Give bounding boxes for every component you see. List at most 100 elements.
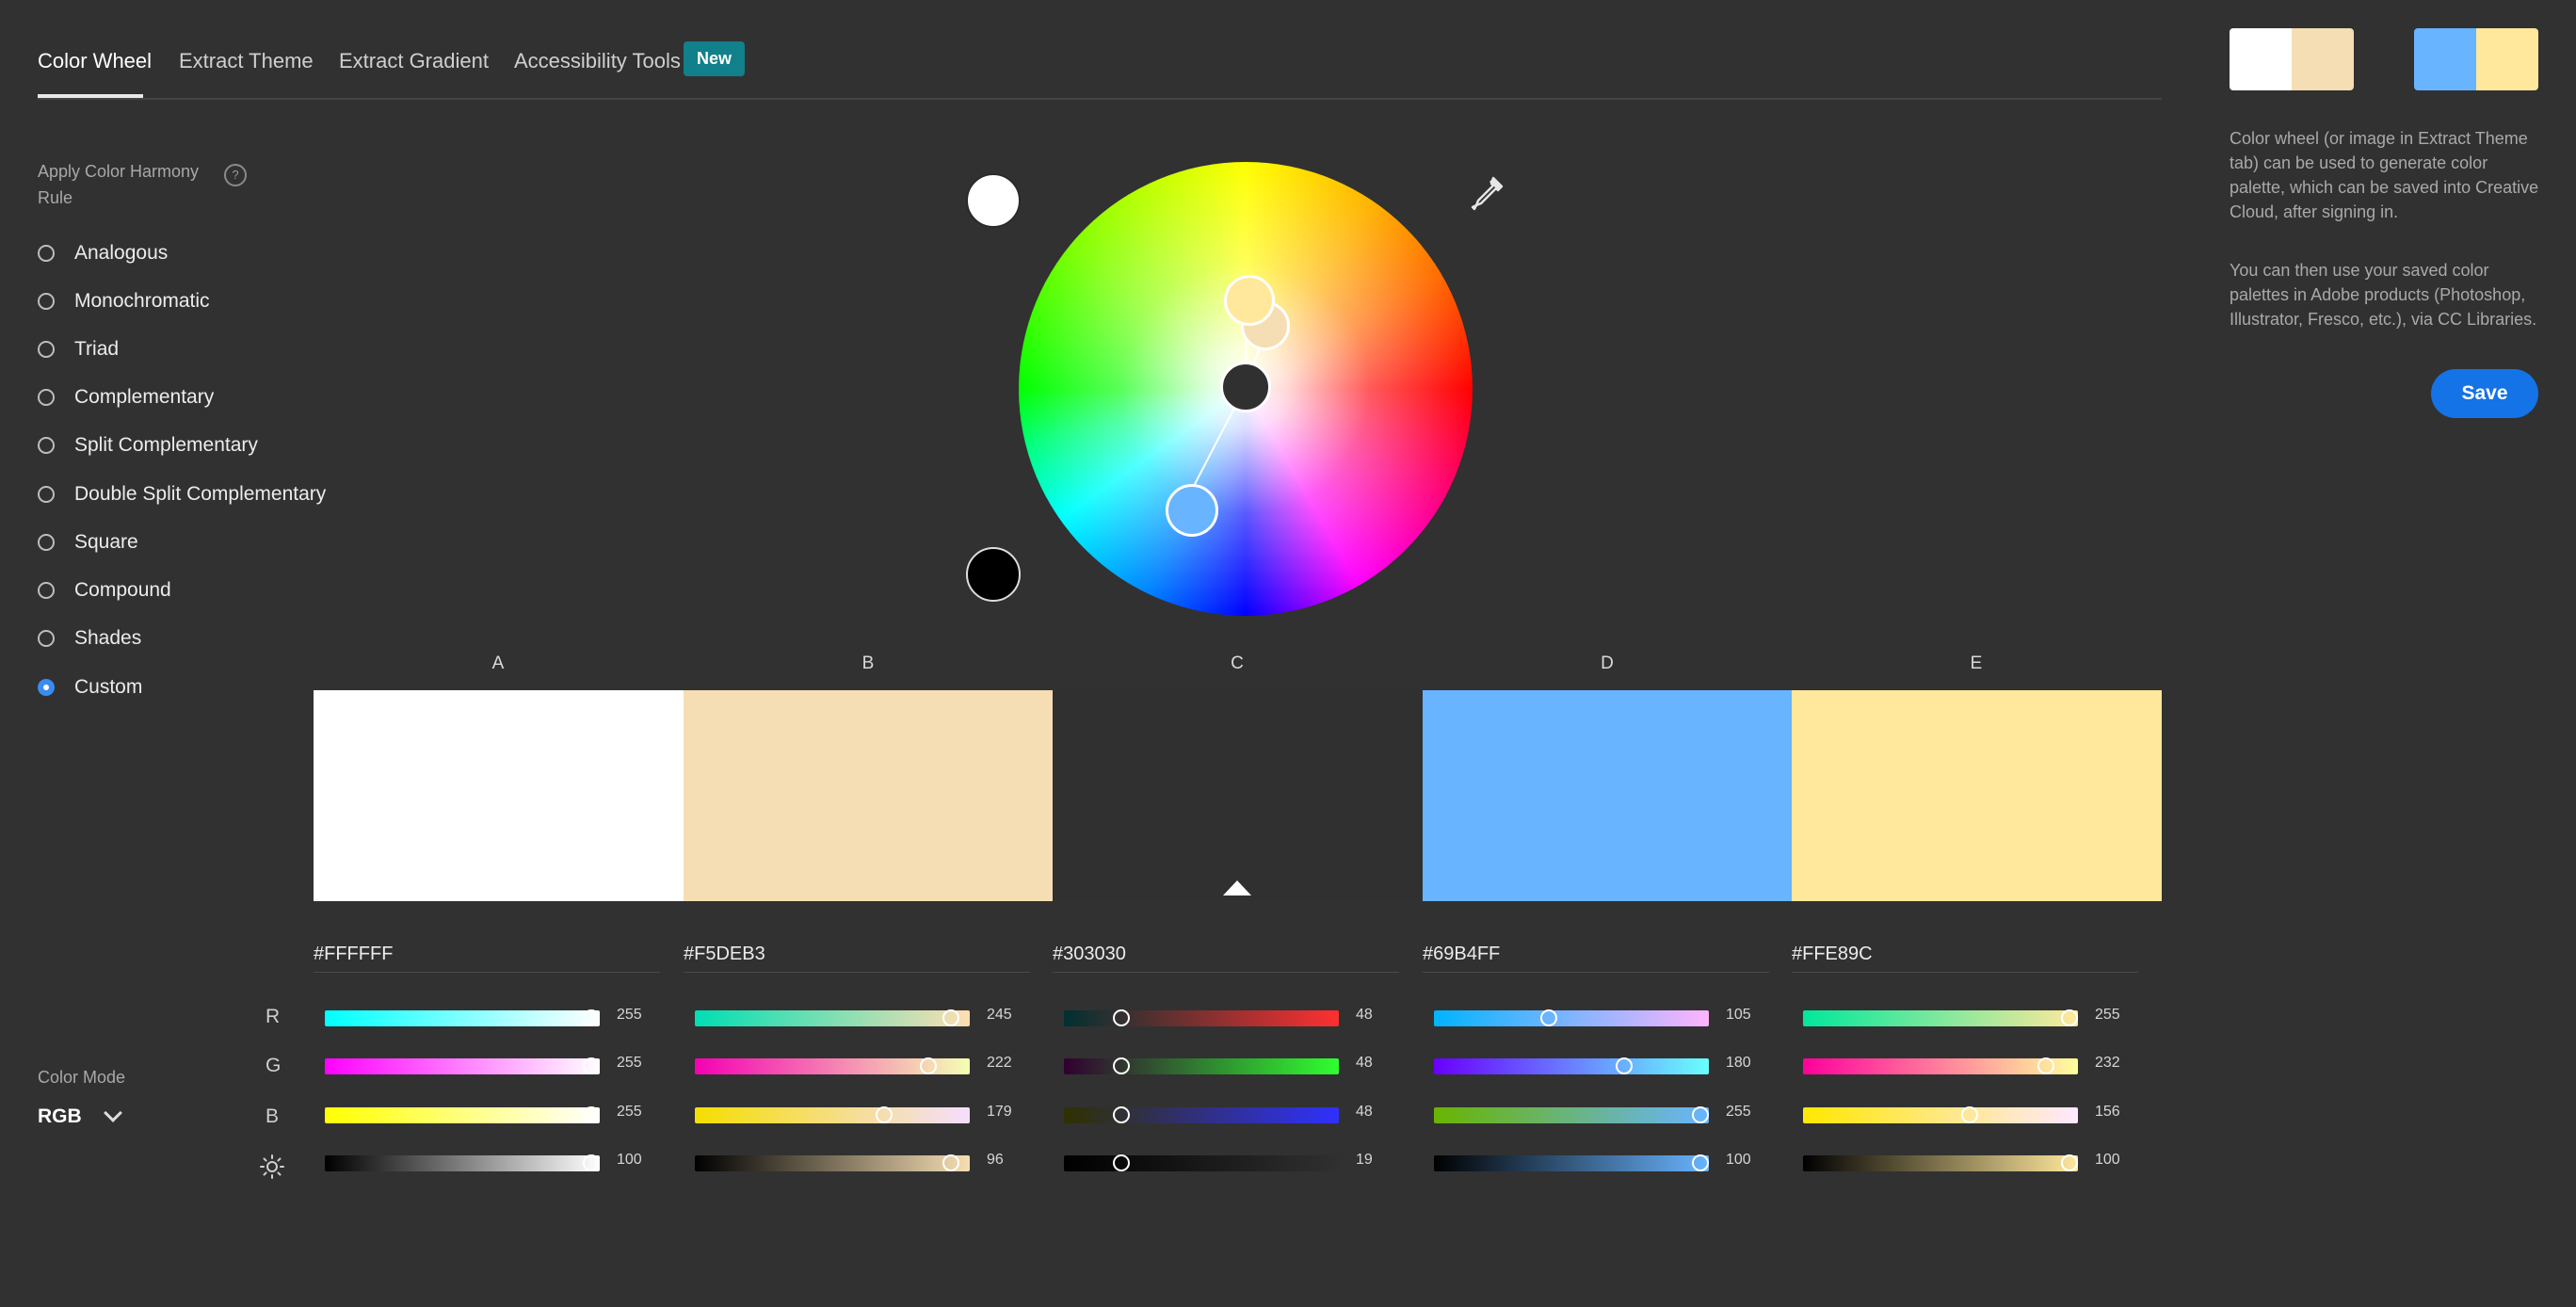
tab-accessibility-tools[interactable]: Accessibility Tools	[514, 49, 681, 73]
slider-r-a[interactable]	[325, 1009, 600, 1026]
harmony-rule-label: Complementary	[74, 386, 215, 408]
slider-handle[interactable]	[1112, 1009, 1130, 1026]
channel-value: 100	[617, 1152, 642, 1168]
slider-brightness-e[interactable]	[1803, 1154, 2078, 1171]
slider-handle[interactable]	[583, 1057, 600, 1074]
hex-input[interactable]: #FFFFFF	[314, 944, 660, 973]
slider-handle[interactable]	[876, 1106, 894, 1123]
color-mode-select[interactable]: RGB	[38, 1102, 151, 1132]
slider-g-d[interactable]	[1434, 1057, 1709, 1074]
hex-input[interactable]: #FFE89C	[1792, 944, 2138, 973]
tab-color-wheel[interactable]: Color Wheel	[38, 49, 152, 73]
channel-value: 48	[1356, 1104, 1373, 1120]
eyedropper-icon[interactable]	[1471, 175, 1505, 213]
slider-r-e[interactable]	[1803, 1009, 2078, 1026]
color-swatch-d[interactable]	[1423, 690, 1793, 901]
slider-r-c[interactable]	[1064, 1009, 1339, 1026]
harmony-rule-complementary[interactable]: Complementary	[38, 381, 214, 413]
save-button[interactable]: Save	[2431, 369, 2538, 418]
brightness-min-dot[interactable]	[966, 547, 1021, 602]
slider-b-d[interactable]	[1434, 1106, 1709, 1123]
info-text-2: You can then use your saved color palett…	[2230, 261, 2537, 329]
radio-button[interactable]	[38, 293, 55, 310]
radio-button[interactable]	[38, 582, 55, 599]
harmony-rule-split-complementary[interactable]: Split Complementary	[38, 429, 258, 461]
channel-value: 222	[987, 1055, 1012, 1071]
slider-r-b[interactable]	[695, 1009, 970, 1026]
slider-handle[interactable]	[1539, 1009, 1557, 1026]
color-swatch-c[interactable]	[1053, 690, 1423, 901]
slider-handle[interactable]	[583, 1154, 600, 1171]
channel-value: 255	[1726, 1104, 1751, 1120]
color-swatch-b[interactable]	[684, 690, 1054, 901]
active-swatch-caret	[1223, 880, 1251, 896]
radio-button[interactable]	[38, 630, 55, 647]
slider-handle[interactable]	[1112, 1057, 1130, 1074]
harmony-rule-label: Analogous	[74, 242, 169, 264]
active-tab-underline	[38, 94, 143, 98]
slider-brightness-b[interactable]	[695, 1154, 970, 1171]
radio-button[interactable]	[38, 245, 55, 262]
slider-handle[interactable]	[2061, 1154, 2078, 1171]
color-swatch-e[interactable]	[1792, 690, 2162, 901]
palette-thumbnail-2[interactable]	[2414, 28, 2538, 90]
slider-handle[interactable]	[1692, 1154, 1709, 1171]
slider-b-a[interactable]	[325, 1106, 600, 1123]
slider-g-c[interactable]	[1064, 1057, 1339, 1074]
slider-g-a[interactable]	[325, 1057, 600, 1074]
radio-button[interactable]	[38, 437, 55, 454]
slider-brightness-a[interactable]	[325, 1154, 600, 1171]
harmony-rule-monochromatic[interactable]: Monochromatic	[38, 285, 210, 317]
harmony-rule-triad[interactable]: Triad	[38, 333, 119, 365]
slider-handle[interactable]	[942, 1154, 960, 1171]
slider-handle[interactable]	[1692, 1106, 1709, 1123]
harmony-rule-label: Shades	[74, 627, 142, 649]
slider-g-e[interactable]	[1803, 1057, 2078, 1074]
slider-r-d[interactable]	[1434, 1009, 1709, 1026]
radio-button[interactable]	[38, 341, 55, 358]
wheel-handle-c-base[interactable]	[1220, 362, 1271, 412]
harmony-rule-shades[interactable]: Shades	[38, 622, 141, 654]
slider-brightness-d[interactable]	[1434, 1154, 1709, 1171]
slider-b-b[interactable]	[695, 1106, 970, 1123]
harmony-rule-double-split-complementary[interactable]: Double Split Complementary	[38, 478, 326, 510]
slider-handle[interactable]	[1616, 1057, 1634, 1074]
slider-handle[interactable]	[942, 1009, 960, 1026]
help-icon[interactable]: ?	[224, 164, 247, 186]
slider-b-e[interactable]	[1803, 1106, 2078, 1123]
harmony-rule-compound[interactable]: Compound	[38, 574, 171, 606]
slider-handle[interactable]	[1112, 1106, 1130, 1123]
slider-handle[interactable]	[2037, 1057, 2055, 1074]
tab-extract-gradient[interactable]: Extract Gradient	[339, 49, 489, 73]
radio-button[interactable]	[38, 486, 55, 503]
radio-button[interactable]	[38, 534, 55, 551]
hex-input[interactable]: #303030	[1053, 944, 1399, 973]
wheel-handle-d[interactable]	[1166, 484, 1218, 537]
slider-g-b[interactable]	[695, 1057, 970, 1074]
hex-input[interactable]: #69B4FF	[1423, 944, 1769, 973]
slider-handle[interactable]	[2061, 1009, 2078, 1026]
slider-handle[interactable]	[583, 1106, 600, 1123]
swatch-letter: D	[1601, 654, 1614, 673]
hex-input[interactable]: #F5DEB3	[684, 944, 1030, 973]
channel-value: 100	[2095, 1152, 2120, 1168]
harmony-rule-label: Compound	[74, 579, 171, 601]
slider-handle[interactable]	[1960, 1106, 1978, 1123]
slider-handle[interactable]	[919, 1057, 937, 1074]
wheel-handle-e[interactable]	[1224, 275, 1275, 326]
slider-b-c[interactable]	[1064, 1106, 1339, 1123]
radio-button[interactable]	[38, 389, 55, 406]
radio-button[interactable]	[38, 679, 55, 696]
slider-brightness-c[interactable]	[1064, 1154, 1339, 1171]
harmony-rule-square[interactable]: Square	[38, 526, 138, 558]
slider-handle[interactable]	[1113, 1154, 1131, 1171]
slider-handle[interactable]	[583, 1009, 600, 1026]
tab-extract-theme[interactable]: Extract Theme	[179, 49, 314, 73]
harmony-rule-analogous[interactable]: Analogous	[38, 237, 168, 269]
palette-thumbnail-1[interactable]	[2230, 28, 2354, 90]
color-swatch-a[interactable]	[314, 690, 684, 901]
brightness-max-dot[interactable]	[966, 173, 1021, 228]
channel-label-r: R	[266, 1006, 281, 1027]
harmony-rule-custom[interactable]: Custom	[38, 671, 142, 703]
channel-value: 48	[1356, 1055, 1373, 1071]
